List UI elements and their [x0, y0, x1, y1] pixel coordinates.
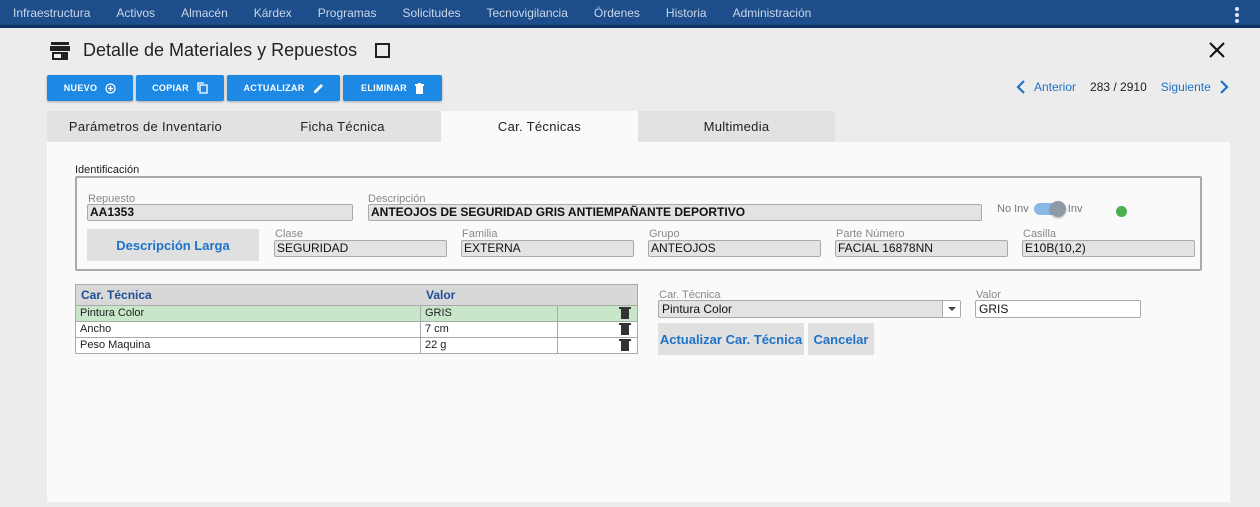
table-header: Car. Técnica Valor	[76, 285, 637, 305]
tab-bar: Parámetros de Inventario Ficha Técnica C…	[47, 111, 835, 142]
eliminar-button[interactable]: ELIMINAR	[343, 75, 442, 101]
tab-car-tecnicas[interactable]: Car. Técnicas	[441, 111, 638, 142]
cell-car-tecnica: Ancho	[76, 322, 421, 337]
table-row[interactable]: Peso Maquina 22 g	[76, 337, 637, 353]
pencil-icon	[313, 83, 324, 94]
cell-actions	[558, 338, 637, 353]
nav-solicitudes[interactable]: Solicitudes	[402, 6, 460, 20]
toggle-knob	[1049, 201, 1066, 217]
siguiente-link[interactable]: Siguiente	[1161, 80, 1211, 94]
nav-almacen[interactable]: Almacén	[181, 6, 228, 20]
toggle-on-label: Inv	[1067, 203, 1083, 215]
nav-infraestructura[interactable]: Infraestructura	[13, 6, 90, 20]
car-tecnica-select[interactable]: Pintura Color	[658, 300, 961, 318]
actualizar-car-tecnica-button[interactable]: Actualizar Car. Técnica	[658, 323, 804, 355]
nav-historia[interactable]: Historia	[666, 6, 707, 20]
window-square-icon[interactable]	[375, 43, 391, 58]
grupo-field[interactable]: ANTEOJOS	[648, 240, 821, 257]
page-title: Detalle de Materiales y Repuestos	[83, 40, 358, 60]
car-tecnicas-table: Car. Técnica Valor Pintura Color GRIS An…	[75, 284, 638, 354]
casilla-field[interactable]: E10B(10,2)	[1022, 240, 1195, 257]
cell-actions	[558, 322, 637, 337]
trash-icon	[414, 82, 424, 94]
identificacion-label: Identificación	[75, 164, 140, 176]
valor-input[interactable]: GRIS	[975, 300, 1141, 318]
add-circle-icon	[105, 82, 116, 94]
chevron-right-icon[interactable]	[1219, 80, 1229, 94]
col-car-tecnica[interactable]: Car. Técnica	[76, 285, 421, 305]
actualizar-button[interactable]: ACTUALIZAR	[227, 75, 340, 101]
descripcion-field[interactable]: ANTEOJOS DE SEGURIDAD GRIS ANTIEMPAÑANTE…	[368, 204, 982, 221]
col-actions	[558, 285, 637, 305]
clase-field[interactable]: SEGURIDAD	[274, 240, 447, 257]
familia-field[interactable]: EXTERNA	[461, 240, 634, 257]
copiar-button[interactable]: COPIAR	[136, 75, 224, 101]
eliminar-label: ELIMINAR	[361, 83, 407, 93]
delete-row-icon[interactable]	[619, 322, 631, 335]
actualizar-label: ACTUALIZAR	[243, 83, 305, 93]
nav-activos[interactable]: Activos	[116, 6, 155, 20]
parte-numero-field[interactable]: FACIAL 16878NN	[835, 240, 1008, 257]
more-menu-icon[interactable]	[1234, 5, 1240, 25]
tab-multimedia[interactable]: Multimedia	[638, 111, 835, 142]
delete-row-icon[interactable]	[619, 306, 631, 319]
table-row[interactable]: Pintura Color GRIS	[76, 305, 637, 321]
table-row[interactable]: Ancho 7 cm	[76, 321, 637, 337]
descripcion-larga-button[interactable]: Descripción Larga	[87, 229, 259, 261]
toggle-off-label: No Inv	[997, 203, 1029, 215]
cell-valor: 22 g	[421, 338, 558, 353]
status-indicator	[1116, 206, 1127, 217]
chevron-left-icon[interactable]	[1016, 80, 1026, 94]
tab-parametros-inventario[interactable]: Parámetros de Inventario	[47, 111, 244, 142]
record-count: 283 / 2910	[1090, 80, 1147, 94]
grupo-label: Grupo	[649, 228, 680, 240]
top-nav: Infraestructura Activos Almacén Kárdex P…	[0, 0, 1260, 28]
cell-car-tecnica: Pintura Color	[76, 306, 421, 321]
cell-car-tecnica: Peso Maquina	[76, 338, 421, 353]
record-pager: Anterior 283 / 2910 Siguiente	[1016, 80, 1229, 94]
car-tecnica-selected: Pintura Color	[662, 302, 733, 316]
copy-icon	[197, 82, 208, 94]
tab-ficha-tecnica[interactable]: Ficha Técnica	[244, 111, 441, 142]
cell-actions	[558, 306, 637, 321]
familia-label: Familia	[462, 228, 498, 240]
nav-ordenes[interactable]: Órdenes	[594, 6, 640, 20]
nav-kardex[interactable]: Kárdex	[254, 6, 292, 20]
cell-valor: GRIS	[421, 306, 558, 321]
inventory-toggle[interactable]: No Inv Inv	[997, 201, 1083, 217]
nav-administracion[interactable]: Administración	[733, 6, 812, 20]
toggle-switch[interactable]	[1033, 201, 1066, 217]
chevron-down-icon[interactable]	[942, 301, 960, 317]
store-icon	[50, 41, 70, 60]
nav-tecnovigilancia[interactable]: Tecnovigilancia	[487, 6, 568, 20]
close-icon[interactable]	[1207, 40, 1227, 60]
page-header: Detalle de Materiales y Repuestos	[50, 40, 391, 61]
casilla-label: Casilla	[1023, 228, 1057, 240]
cancelar-button[interactable]: Cancelar	[808, 323, 874, 355]
copiar-label: COPIAR	[152, 83, 189, 93]
repuesto-field[interactable]: AA1353	[87, 204, 353, 221]
clase-label: Clase	[275, 228, 304, 240]
anterior-link[interactable]: Anterior	[1034, 80, 1076, 94]
nav-programas[interactable]: Programas	[318, 6, 377, 20]
cell-valor: 7 cm	[421, 322, 558, 337]
col-valor[interactable]: Valor	[421, 285, 558, 305]
nuevo-label: NUEVO	[63, 83, 98, 93]
parte-numero-label: Parte Número	[836, 228, 905, 240]
delete-row-icon[interactable]	[619, 338, 631, 351]
nuevo-button[interactable]: NUEVO	[47, 75, 133, 101]
